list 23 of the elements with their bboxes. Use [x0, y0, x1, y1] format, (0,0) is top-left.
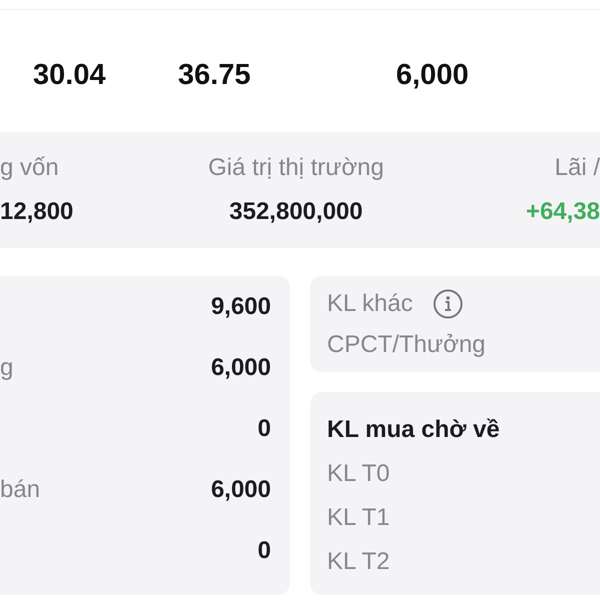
- stat-label: g vốn: [0, 153, 59, 183]
- stat-value: +64,38: [526, 197, 600, 227]
- pending-buy-item: KL T2: [327, 547, 390, 577]
- pending-buy-item: KL T1: [327, 503, 390, 533]
- stat-value: 352,800,000: [229, 197, 363, 227]
- info-icon[interactable]: [432, 289, 463, 319]
- pending-buy-title: KL mua chờ về: [327, 415, 500, 445]
- quantity-value: 0: [258, 414, 271, 444]
- summary-value: 36.75: [178, 59, 251, 91]
- stat-value: 12,800: [0, 197, 74, 227]
- other-volume-item: CPCT/Thưởng: [327, 330, 486, 360]
- quantity-value: 6,000: [210, 474, 271, 504]
- stat-label: Giá trị thị trường: [208, 153, 384, 183]
- stat-label: Lãi /: [554, 153, 600, 183]
- quantity-value: 6,000: [210, 352, 271, 382]
- quantity-label: g: [0, 352, 14, 382]
- other-volume-title: KL khác: [327, 289, 413, 319]
- quantity-value: 9,600: [210, 292, 271, 322]
- summary-value: 6,000: [396, 59, 469, 91]
- summary-value: 30.04: [33, 59, 106, 91]
- pending-buy-item: KL T0: [327, 459, 390, 489]
- quantity-label: bán: [0, 474, 40, 504]
- quantity-value: 0: [258, 536, 271, 566]
